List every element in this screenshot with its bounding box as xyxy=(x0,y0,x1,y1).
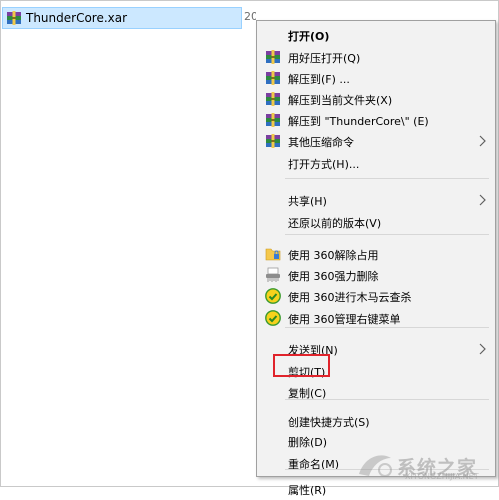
menu-item[interactable]: 打开方式(H)... xyxy=(257,152,495,174)
menu-item-label: 属性(R) xyxy=(288,484,327,497)
menu-item[interactable]: 用好压打开(Q) xyxy=(257,46,495,68)
watermark-logo-icon xyxy=(359,455,392,477)
archive-icon xyxy=(266,50,280,64)
context-menu: 打开(O) 用好压打开(Q) 解压到(F) ... 解压到当前文件夹(X) 解压到 "T… xyxy=(256,20,496,497)
menu-item-label: 使用 360进行木马云查杀 xyxy=(288,291,412,304)
shredder-icon xyxy=(266,267,280,282)
folder-lock-icon xyxy=(265,248,281,261)
360-shield-icon xyxy=(265,310,281,326)
highlight-box-copy xyxy=(273,354,330,377)
archive-icon xyxy=(266,92,280,106)
menu-item-label: 使用 360强力删除 xyxy=(288,270,379,283)
menu-item[interactable]: 使用 360解除占用 xyxy=(257,243,495,265)
360-shield-icon xyxy=(265,288,281,304)
menu-item[interactable]: 共享(H) xyxy=(257,189,495,211)
menu-item[interactable]: 解压到当前文件夹(X) xyxy=(257,88,495,110)
menu-item-label: 创建快捷方式(S) xyxy=(288,416,370,429)
menu-separator xyxy=(285,178,489,179)
menu-item[interactable]: 使用 360强力删除 xyxy=(257,264,495,286)
menu-item-label: 打开(O) xyxy=(288,30,330,43)
menu-item-label: 解压到 "ThunderCore\" (E) xyxy=(288,115,429,128)
submenu-arrow-icon xyxy=(479,135,486,147)
menu-item[interactable]: 创建快捷方式(S) xyxy=(257,410,495,432)
menu-item-label: 删除(D) xyxy=(288,436,328,449)
archive-icon xyxy=(266,134,280,148)
menu-item-label: 共享(H) xyxy=(288,195,327,208)
menu-item[interactable]: 还原以前的版本(V) xyxy=(257,211,495,233)
menu-item-label: 使用 360管理右键菜单 xyxy=(288,313,401,326)
menu-item[interactable]: 使用 360进行木马云查杀 xyxy=(257,285,495,307)
menu-item-label: 打开方式(H)... xyxy=(288,158,360,171)
menu-item[interactable]: 其他压缩命令 xyxy=(257,130,495,152)
menu-item-label: 还原以前的版本(V) xyxy=(288,217,382,230)
archive-file-icon xyxy=(7,11,21,25)
menu-item-label: 其他压缩命令 xyxy=(288,136,354,149)
menu-separator xyxy=(285,234,489,235)
menu-item-label: 解压到(F) ... xyxy=(288,73,350,86)
file-row-selected[interactable]: ThunderCore.xar xyxy=(2,7,242,29)
menu-item[interactable]: 解压到 "ThunderCore\" (E) xyxy=(257,109,495,131)
file-date: 201 xyxy=(244,10,256,23)
submenu-arrow-icon xyxy=(479,194,486,206)
menu-item[interactable]: 使用 360管理右键菜单 xyxy=(257,307,495,329)
archive-icon xyxy=(266,71,280,85)
file-name: ThunderCore.xar xyxy=(26,11,128,25)
menu-separator xyxy=(285,399,489,400)
submenu-arrow-icon xyxy=(479,343,486,355)
menu-item-label: 用好压打开(Q) xyxy=(288,52,361,65)
menu-item[interactable]: 解压到(F) ... xyxy=(257,67,495,89)
watermark: 系统之家 XITONGZHIJIA.NET xyxy=(353,449,493,483)
menu-separator xyxy=(285,327,489,328)
menu-item[interactable]: 打开(O) xyxy=(257,24,495,46)
archive-icon xyxy=(266,113,280,127)
menu-item-label: 使用 360解除占用 xyxy=(288,249,379,262)
menu-item-label: 解压到当前文件夹(X) xyxy=(288,94,393,107)
watermark-url: XITONGZHIJIA.NET xyxy=(405,472,479,481)
